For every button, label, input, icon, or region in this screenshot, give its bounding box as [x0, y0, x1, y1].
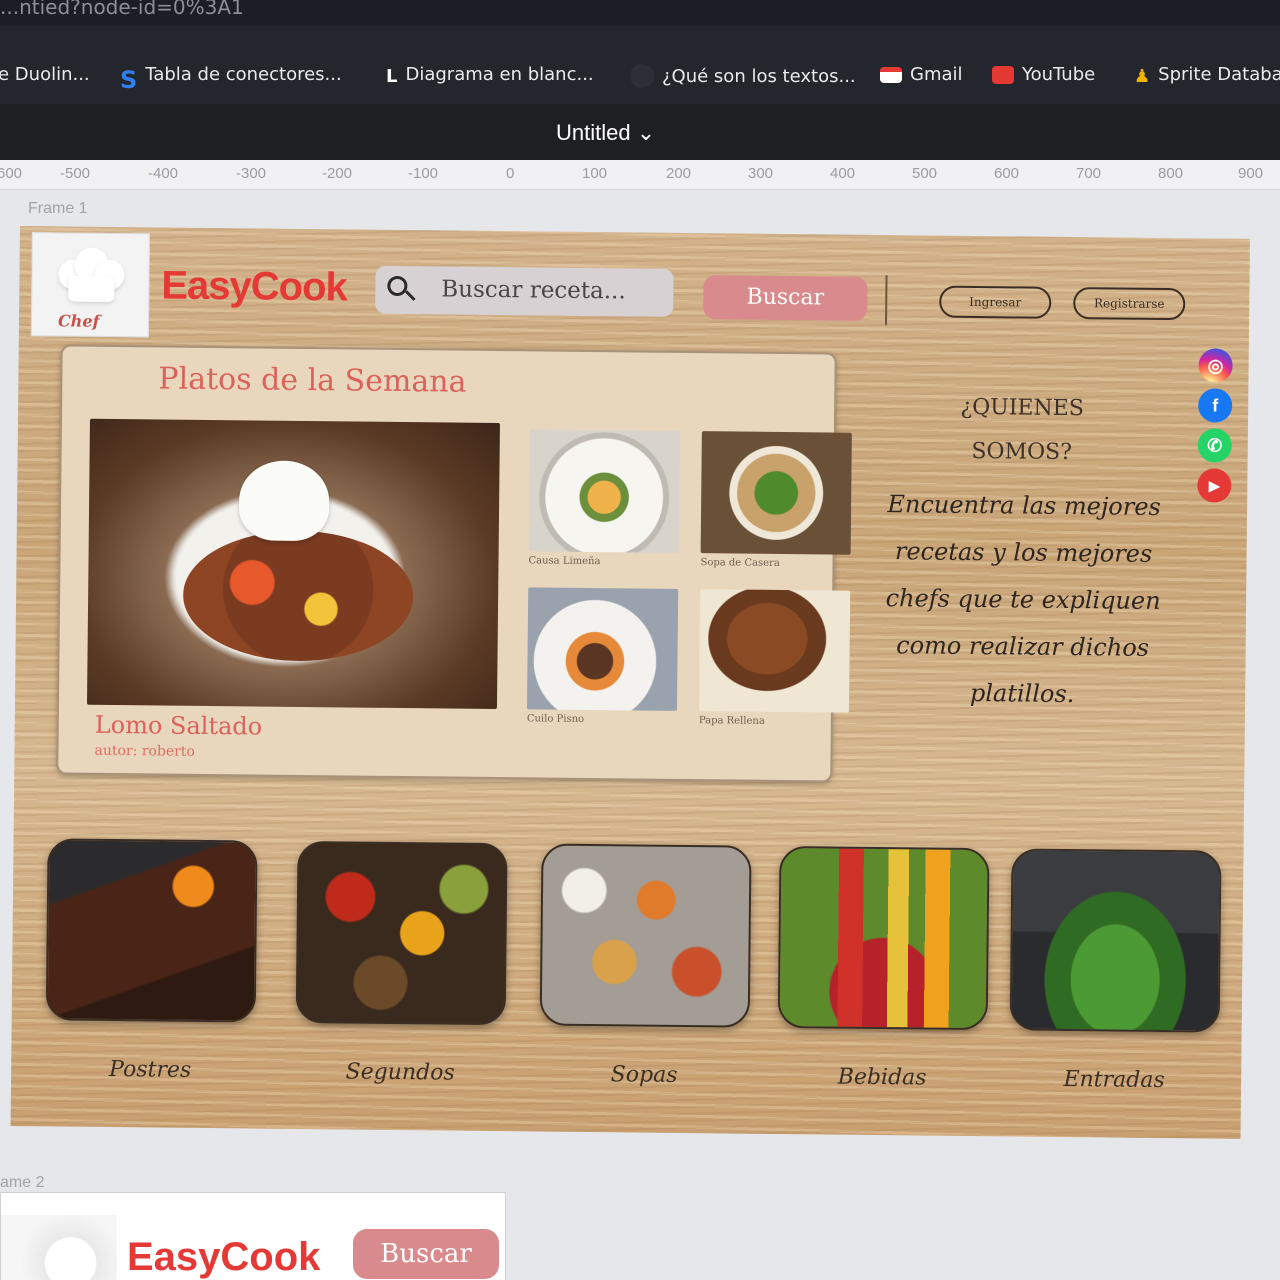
- url-text: ...ntied?node-id=0%3A1: [0, 0, 244, 19]
- dish-caption: Causa Limeña: [528, 555, 601, 568]
- bookmark-youtube[interactable]: YouTube: [992, 64, 1095, 85]
- s-icon: S: [120, 65, 138, 94]
- ruler-tick: 900: [1238, 165, 1264, 182]
- search-placeholder: Buscar receta...: [441, 276, 626, 305]
- dish-caption: Sopa de Casera: [700, 557, 780, 569]
- frame2-label[interactable]: ame 2: [0, 1174, 44, 1192]
- youtube-icon[interactable]: ▶: [1197, 468, 1232, 503]
- dish-thumb-causa[interactable]: [528, 429, 680, 553]
- main-dish-name[interactable]: Lomo Saltado: [95, 711, 263, 741]
- dish-caption: Papa Rellena: [698, 715, 765, 727]
- globe-icon: [630, 64, 654, 88]
- ruler-tick: 700: [1076, 165, 1102, 182]
- dish-thumb-papa[interactable]: [698, 589, 851, 713]
- brand-name[interactable]: EasyCook: [161, 263, 347, 310]
- ruler-tick: 800: [1158, 165, 1184, 182]
- frame1-label[interactable]: Frame 1: [28, 200, 88, 218]
- category-postres-image[interactable]: [45, 838, 258, 1023]
- ruler-tick: 600: [994, 165, 1020, 182]
- category-entradas-label[interactable]: Entradas: [1009, 1066, 1219, 1093]
- ruler-tick: -400: [148, 165, 179, 182]
- dish-thumb-cuilo[interactable]: [526, 587, 679, 711]
- bookmark-diagrama[interactable]: L Diagrama en blanc...: [386, 64, 594, 87]
- category-segundos-label[interactable]: Segundos: [295, 1059, 505, 1086]
- bookmark-sprite[interactable]: ♟ Sprite Databa: [1134, 64, 1280, 87]
- ruler-tick: -500: [60, 165, 91, 182]
- bookmark-textos[interactable]: ¿Qué son los textos...: [630, 64, 856, 88]
- bookmark-duolingo[interactable]: e Duolin...: [0, 64, 90, 85]
- ruler-tick: 500: [912, 165, 938, 182]
- logo-text: Chef: [57, 311, 100, 331]
- ruler-tick: -300: [236, 165, 267, 182]
- category-sopas-label[interactable]: Sopas: [539, 1061, 749, 1088]
- category-sopas-image[interactable]: [539, 843, 752, 1028]
- search-icon: [387, 275, 416, 302]
- bookmark-gmail[interactable]: Gmail: [880, 64, 963, 85]
- lucid-icon: L: [386, 65, 398, 87]
- sprite-icon: ♟: [1134, 65, 1151, 87]
- about-text: Encuentra las mejores recetas y los mejo…: [885, 490, 1161, 709]
- about-title: ¿QUIENES SOMOS?: [960, 394, 1085, 466]
- gmail-icon: [880, 66, 902, 83]
- category-entradas-image[interactable]: [1009, 848, 1222, 1033]
- main-dish-image[interactable]: [86, 418, 500, 710]
- search-input[interactable]: Buscar receta...: [375, 265, 674, 317]
- search-button[interactable]: Buscar: [703, 275, 868, 321]
- ruler-tick: 200: [666, 165, 692, 182]
- ruler-tick: -200: [322, 165, 353, 182]
- chef-hat-icon: [1, 1215, 117, 1280]
- youtube-icon: [992, 65, 1014, 84]
- weekly-dishes-card: Platos de la Semana Lomo Saltado autor: …: [56, 344, 852, 783]
- ruler-tick: -600: [0, 165, 23, 182]
- ruler-tick: 100: [582, 165, 608, 182]
- category-bebidas-label[interactable]: Bebidas: [777, 1064, 987, 1091]
- ruler-tick: 300: [748, 165, 774, 182]
- dish-thumb-sopa[interactable]: [700, 431, 852, 555]
- ruler-tick: -100: [408, 165, 439, 182]
- file-title[interactable]: Untitled ⌄: [556, 120, 655, 146]
- weekly-title: Platos de la Semana: [158, 361, 467, 400]
- bookmarks-bar: e Duolin... S Tabla de conectores... L D…: [0, 26, 1280, 104]
- main-dish-author: autor: roberto: [94, 742, 195, 760]
- category-bebidas-image[interactable]: [777, 845, 990, 1031]
- category-postres-label[interactable]: Postres: [45, 1056, 255, 1083]
- bookmark-tabla-conectores[interactable]: S Tabla de conectores...: [120, 64, 342, 94]
- register-button[interactable]: Registrarse: [1073, 287, 1186, 321]
- login-button[interactable]: Ingresar: [939, 285, 1052, 319]
- whatsapp-icon[interactable]: ✆: [1197, 428, 1232, 463]
- frame2-brand[interactable]: EasyCook: [127, 1235, 320, 1280]
- logo[interactable]: Chef: [30, 232, 150, 338]
- ruler-tick: 400: [830, 165, 856, 182]
- frame-1[interactable]: Chef EasyCook Buscar receta... Buscar In…: [10, 226, 1250, 1139]
- horizontal-ruler: -600 -500 -400 -300 -200 -100 0 100 200 …: [0, 160, 1280, 190]
- facebook-icon[interactable]: f: [1198, 388, 1233, 423]
- address-bar[interactable]: ...ntied?node-id=0%3A1: [0, 0, 1280, 26]
- frame2-search-button[interactable]: Buscar: [353, 1229, 499, 1279]
- ruler-tick: 0: [506, 165, 515, 182]
- dish-caption: Cuilo Pisno: [526, 713, 585, 725]
- frame-2[interactable]: EasyCook Buscar: [0, 1192, 506, 1280]
- screen: ...ntied?node-id=0%3A1 e Duolin... S Tab…: [0, 0, 1280, 1280]
- instagram-icon[interactable]: ◎: [1198, 348, 1233, 383]
- header-divider: [885, 275, 888, 326]
- category-segundos-image[interactable]: [295, 840, 508, 1026]
- chef-hat-icon: [54, 245, 127, 306]
